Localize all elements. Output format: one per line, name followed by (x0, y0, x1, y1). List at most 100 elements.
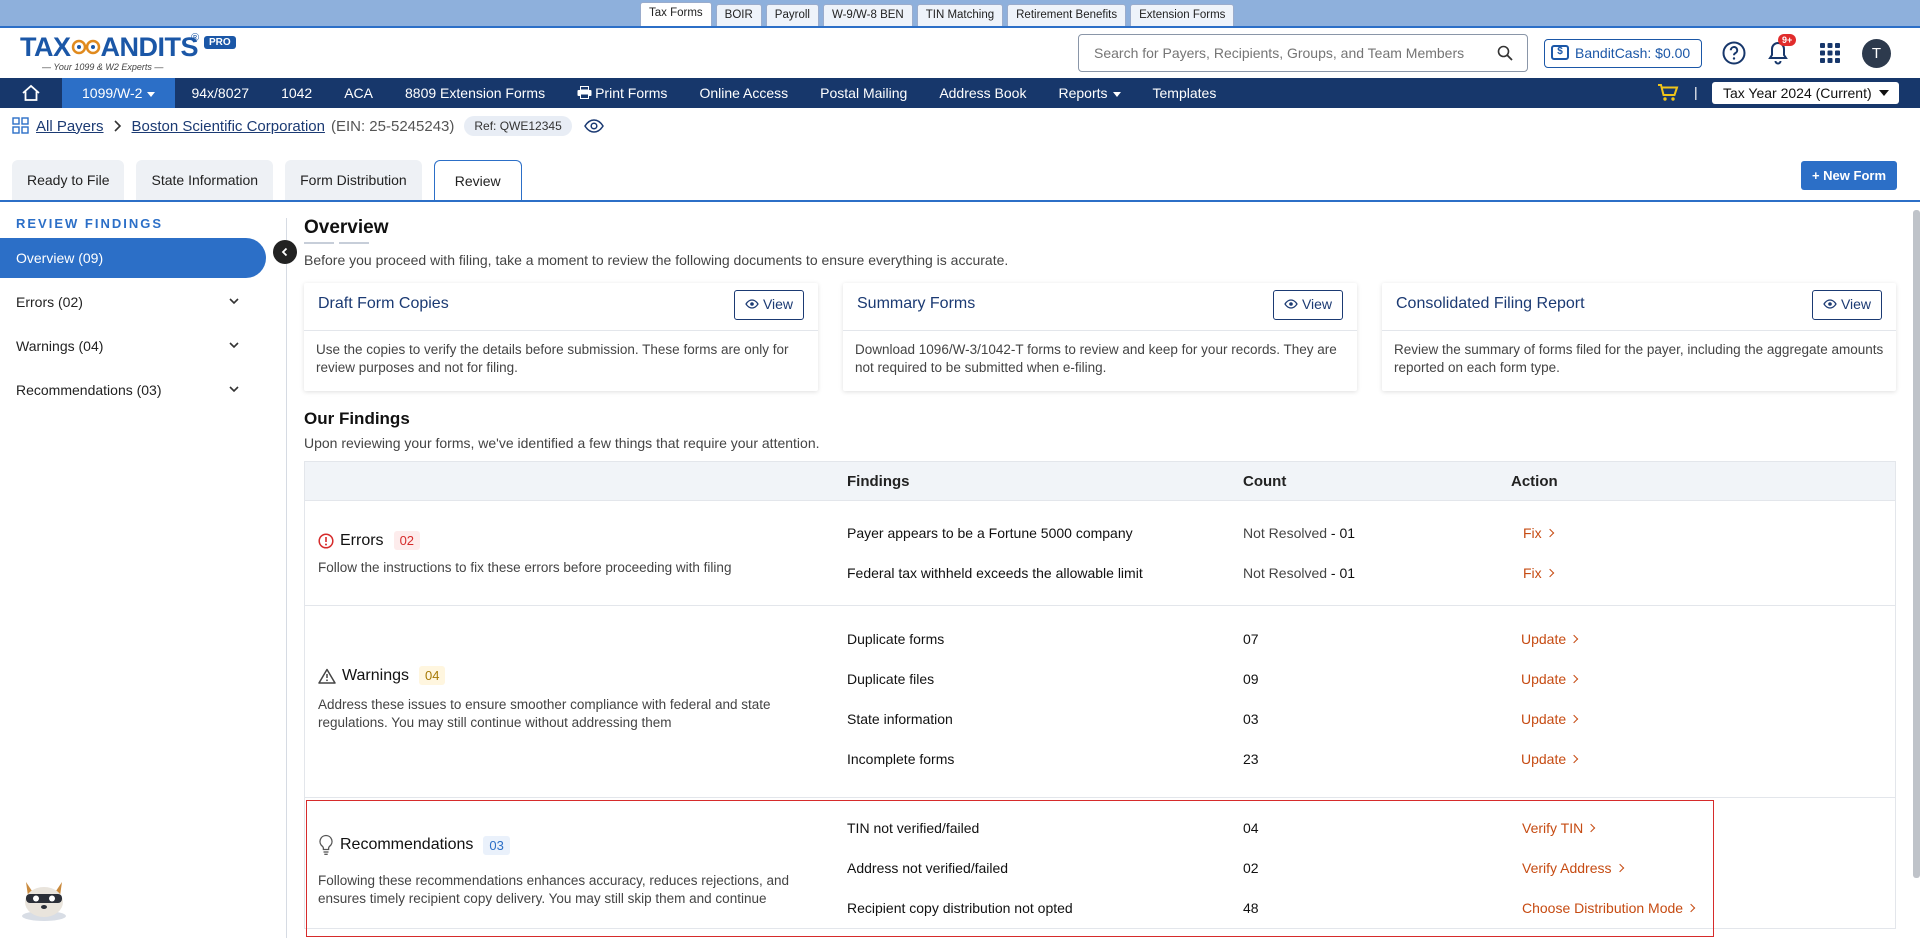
nav-online-access[interactable]: Online Access (683, 78, 804, 108)
tax-year-select[interactable]: Tax Year 2024 (Current) (1712, 82, 1899, 104)
nav-reports[interactable]: Reports (1042, 78, 1136, 108)
taxbandits-logo[interactable]: TAX ANDITS ® PRO — Your 1099 & W2 Experts… (20, 32, 240, 74)
finding-label: State information (847, 711, 953, 727)
home-icon (22, 84, 40, 101)
eye-icon[interactable] (583, 119, 604, 133)
tab-tax-forms[interactable]: Tax Forms (640, 2, 712, 26)
sidebar-item-errors[interactable]: Errors (02) (0, 282, 268, 322)
finding-label: Federal tax withheld exceeds the allowab… (847, 565, 1143, 581)
card-consolidated-filing-report: Consolidated Filing Report View Review t… (1382, 283, 1896, 391)
sidebar-item-recommendations[interactable]: Recommendations (03) (0, 370, 268, 410)
chevron-right-icon (1569, 635, 1579, 644)
printer-icon (577, 86, 592, 99)
finding-label: Duplicate files (847, 671, 935, 687)
chevron-right-icon (1569, 675, 1579, 684)
update-link[interactable]: Update (1521, 671, 1579, 687)
registered-mark: ® (191, 32, 200, 44)
fix-link[interactable]: Fix (1523, 525, 1554, 541)
nav-94x-8027[interactable]: 94x/8027 (175, 78, 265, 108)
tab-tin-matching[interactable]: TIN Matching (916, 4, 1004, 26)
table-row: Federal tax withheld exceeds the allowab… (305, 565, 1895, 585)
bandit-cash-button[interactable]: $ BanditCash: $0.00 (1544, 39, 1702, 68)
tab-payroll[interactable]: Payroll (765, 4, 819, 26)
nav-8809-extension-forms[interactable]: 8809 Extension Forms (389, 78, 561, 108)
fix-link[interactable]: Fix (1523, 565, 1554, 581)
finding-count: 03 (1243, 711, 1259, 727)
view-button[interactable]: View (1273, 290, 1343, 320)
finding-label: Duplicate forms (847, 631, 945, 647)
caret-down-icon (147, 91, 156, 97)
view-button[interactable]: View (1812, 290, 1882, 320)
card-divider (843, 330, 1357, 331)
document-cards: Draft Form Copies View Use the copies to… (304, 283, 1896, 391)
chevron-down-icon (229, 386, 239, 393)
finding-label: Incomplete forms (847, 751, 955, 767)
notification-badge: 9+ (1778, 34, 1797, 46)
card-title: Consolidated Filing Report (1396, 295, 1585, 312)
tab-state-information[interactable]: State Information (136, 160, 274, 201)
update-link[interactable]: Update (1521, 751, 1579, 767)
payer-link[interactable]: Boston Scientific Corporation (132, 118, 325, 135)
table-row: Payer appears to be a Fortune 5000 compa… (305, 525, 1895, 545)
nav-1099-w2[interactable]: 1099/W-2 (62, 78, 176, 108)
nav-1042[interactable]: 1042 (265, 78, 328, 108)
help-icon[interactable] (1722, 41, 1746, 65)
sidebar-item-overview[interactable]: Overview (09) (0, 238, 266, 278)
card-summary-forms: Summary Forms View Download 1096/W-3/104… (843, 283, 1357, 391)
tab-review[interactable]: Review (433, 160, 522, 202)
tab-form-distribution[interactable]: Form Distribution (285, 160, 422, 201)
apps-grid-icon[interactable] (1820, 43, 1840, 63)
update-link[interactable]: Update (1521, 631, 1579, 647)
all-payers-icon (12, 117, 29, 134)
nav-postal-mailing[interactable]: Postal Mailing (804, 78, 923, 108)
nav-address-book[interactable]: Address Book (923, 78, 1042, 108)
chevron-right-icon (1545, 529, 1554, 538)
mascot-icon[interactable] (18, 874, 70, 922)
review-sidebar: REVIEW FINDINGS Overview (09) Errors (02… (0, 216, 268, 410)
header-count: Count (1243, 473, 1287, 490)
card-description: Use the copies to verify the details bef… (316, 342, 789, 375)
sidebar-divider (286, 218, 287, 938)
caret-down-icon (1112, 91, 1121, 97)
scrollbar[interactable] (1913, 210, 1920, 878)
breadcrumb: All Payers Boston Scientific Corporation… (12, 115, 604, 137)
pro-badge: PRO (204, 36, 236, 49)
sidebar-item-warnings[interactable]: Warnings (04) (0, 326, 268, 366)
finding-count: 07 (1243, 631, 1259, 647)
main-nav: 1099/W-2 94x/8027 1042 ACA 8809 Extensio… (0, 78, 1920, 108)
tab-extension-forms[interactable]: Extension Forms (1130, 4, 1235, 26)
tab-boir[interactable]: BOIR (715, 4, 762, 26)
chevron-down-icon (229, 342, 239, 349)
nav-aca[interactable]: ACA (328, 78, 389, 108)
product-tabs: Tax Forms BOIR Payroll W-9/W-8 BEN TIN M… (640, 2, 1235, 26)
sidebar-heading: REVIEW FINDINGS (16, 216, 164, 231)
search-icon[interactable] (1497, 45, 1513, 61)
nav-templates[interactable]: Templates (1137, 78, 1233, 108)
card-title: Summary Forms (857, 295, 976, 312)
card-title: Draft Form Copies (318, 295, 449, 312)
view-button[interactable]: View (734, 290, 804, 320)
tab-w9-w8ben[interactable]: W-9/W-8 BEN (822, 4, 913, 26)
table-row: Duplicate files 09 Update (305, 671, 1895, 691)
new-form-button[interactable]: + New Form (1801, 161, 1897, 190)
bandit-cash-label: BanditCash: $0.00 (1575, 45, 1691, 61)
all-payers-link[interactable]: All Payers (36, 118, 104, 135)
card-draft-form-copies: Draft Form Copies View Use the copies to… (304, 283, 818, 391)
update-link[interactable]: Update (1521, 711, 1579, 727)
finding-count: Not Resolved - 01 (1243, 565, 1356, 581)
title-underline (304, 242, 1896, 244)
user-avatar[interactable]: T (1862, 39, 1891, 68)
eye-icon (1284, 299, 1298, 309)
filing-tabs: Ready to File State Information Form Dis… (12, 160, 522, 202)
nav-home[interactable] (0, 78, 62, 108)
search-input[interactable] (1079, 35, 1479, 71)
global-search[interactable] (1078, 34, 1528, 72)
tab-ready-to-file[interactable]: Ready to File (12, 160, 125, 201)
findings-table-header: Findings Count Action (305, 462, 1895, 500)
tab-retirement-benefits[interactable]: Retirement Benefits (1007, 4, 1127, 26)
nav-print-forms[interactable]: Print Forms (561, 78, 683, 108)
collapse-sidebar-button[interactable] (273, 240, 297, 264)
finding-label: Payer appears to be a Fortune 5000 compa… (847, 525, 1133, 541)
cart-icon[interactable] (1657, 84, 1679, 102)
table-row: Incomplete forms 23 Update (305, 751, 1895, 771)
